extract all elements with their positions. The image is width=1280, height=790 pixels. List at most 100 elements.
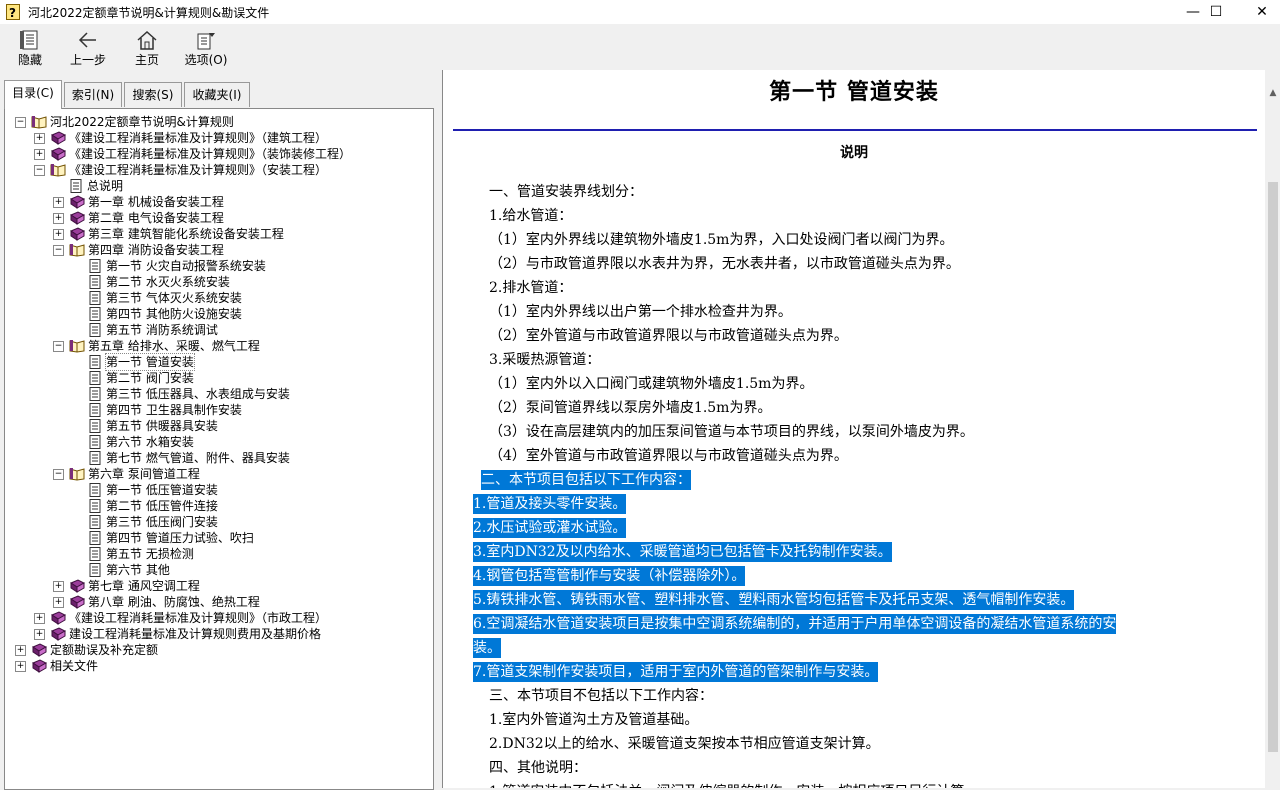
tree-item-label: 第七章 通风空调工程 (88, 579, 200, 593)
expand-icon[interactable]: + (15, 660, 26, 672)
tree-item[interactable]: 第四节 其他防火设施安装 (72, 306, 242, 322)
tree-item[interactable]: 第一节 火灾自动报警系统安装 (72, 258, 266, 274)
maximize-button[interactable]: ☐ (1193, 0, 1239, 24)
tree-item[interactable]: − 第四章 消防设备安装工程 (53, 242, 224, 258)
content-scrollbar[interactable]: ▲ (1266, 70, 1280, 788)
closed-book-icon (69, 595, 85, 609)
tree-item[interactable]: 第三节 气体灭火系统安装 (72, 290, 242, 306)
tree-item[interactable]: + 第七章 通风空调工程 (53, 578, 200, 594)
expand-icon[interactable]: + (53, 596, 64, 608)
expand-icon[interactable]: + (34, 628, 45, 640)
text-line: （3）设在高层建筑内的加压泵间管道与本节项目的界线，以泵间外墙皮为界。 (489, 424, 974, 440)
collapse-icon[interactable]: − (53, 340, 64, 352)
tree-item[interactable]: 第三节 低压阀门安装 (72, 514, 218, 530)
page-icon (89, 259, 101, 273)
tree-item-label: 定额勘误及补充定额 (50, 643, 159, 657)
tree-item[interactable]: + 第三章 建筑智能化系统设备安装工程 (53, 226, 284, 242)
tree-item-label: 第一节 管道安装 (105, 353, 195, 371)
tree-item[interactable]: 第五节 消防系统调试 (72, 322, 218, 338)
tree-item[interactable]: + 建设工程消耗量标准及计算规则费用及基期价格 (34, 626, 321, 642)
tab-index[interactable]: 索引(N) (64, 82, 122, 107)
toolbar: 隐藏 上一步 主页 选项(O) (0, 24, 1280, 70)
options-icon (197, 33, 215, 50)
text-line: 1.管道安装中不包括法兰、阀门及伸缩器的制作、安装，按相应项目另行计算。 (489, 782, 978, 788)
tree-item[interactable]: 第六节 其他 (72, 562, 170, 578)
open-book-icon (69, 340, 85, 353)
tree-item[interactable]: 第二节 低压管件连接 (72, 498, 218, 514)
tree-item[interactable]: + 《建设工程消耗量标准及计算规则》（市政工程） (34, 610, 327, 626)
expand-icon[interactable]: + (34, 148, 45, 160)
tree-item[interactable]: + 定额勘误及补充定额 (15, 642, 158, 658)
tab-favorites[interactable]: 收藏夹(I) (184, 82, 250, 107)
tree-item-label: 相关文件 (50, 659, 99, 673)
tree-item[interactable]: − 河北2022定额章节说明&计算规则 (15, 114, 234, 130)
tree-item[interactable]: 第六节 水箱安装 (72, 434, 194, 450)
expand-icon[interactable]: + (34, 612, 45, 624)
tree-item[interactable]: 第三节 低压器具、水表组成与安装 (72, 386, 290, 402)
text-line: 1.给水管道： (489, 208, 573, 224)
home-button[interactable]: 主页 (119, 28, 175, 68)
tab-search[interactable]: 搜索(S) (124, 82, 182, 107)
collapse-icon[interactable]: − (15, 116, 26, 128)
tree-item[interactable]: − 第五章 给排水、采暖、燃气工程 (53, 338, 260, 354)
title-bar: ? 河北2022定额章节说明&计算规则&勘误文件 — ☐ ✕ (0, 0, 1280, 24)
scroll-thumb[interactable] (1268, 182, 1278, 752)
close-button[interactable]: ✕ (1239, 0, 1280, 24)
tree-item[interactable]: 第一节 低压管道安装 (72, 482, 218, 498)
tree-item[interactable]: 第一节 管道安装 (72, 353, 195, 371)
expand-icon[interactable]: + (53, 212, 64, 224)
tree-item-label: 第八章 刷油、防腐蚀、绝热工程 (88, 595, 260, 609)
tree-item[interactable]: + 第一章 机械设备安装工程 (53, 194, 224, 210)
expand-icon[interactable]: + (15, 644, 26, 656)
selected-text-line: 6.空调凝结水管道安装项目是按集中空调系统编制的，并适用于户用单体空调设备的凝结… (473, 614, 1117, 634)
tree-item[interactable]: 总说明 (53, 178, 123, 194)
text-line: 四、其他说明： (489, 760, 587, 776)
tree-item[interactable]: + 第八章 刷油、防腐蚀、绝热工程 (53, 594, 260, 610)
collapse-icon[interactable]: − (34, 164, 45, 176)
tree-item[interactable]: − 《建设工程消耗量标准及计算规则》（安装工程） (34, 162, 327, 178)
tree-item-label: 河北2022定额章节说明&计算规则 (50, 115, 234, 129)
tree-item[interactable]: + 相关文件 (15, 658, 98, 674)
scroll-up-icon[interactable]: ▲ (1266, 86, 1280, 100)
closed-book-icon (69, 227, 85, 241)
selected-text-line: 1.管道及接头零件安装。 (473, 494, 627, 514)
options-button[interactable]: 选项(O) (178, 28, 234, 68)
expand-icon[interactable]: + (34, 132, 45, 144)
expand-icon[interactable]: + (53, 196, 64, 208)
tree-item[interactable]: + 第二章 电气设备安装工程 (53, 210, 224, 226)
page-icon (89, 387, 101, 401)
content-pane: 第一节 管道安装 说明 一、管道安装界线划分： 1.给水管道： （1）室内外界线以建… (442, 70, 1265, 788)
tree-item[interactable]: − 第六章 泵间管道工程 (53, 466, 200, 482)
section-subtitle: 说明 (840, 145, 868, 161)
tree-item-label: 建设工程消耗量标准及计算规则费用及基期价格 (69, 627, 322, 641)
page-icon (89, 355, 101, 369)
collapse-icon[interactable]: − (53, 468, 64, 480)
tree-item[interactable]: + 《建设工程消耗量标准及计算规则》（装饰装修工程） (34, 146, 351, 162)
page-icon (89, 483, 101, 497)
navigation-pane: 目录(C) 索引(N) 搜索(S) 收藏夹(I) − 河北2022定额章节说明&计… (0, 70, 436, 790)
text-line: 一、管道安装界线划分： (489, 184, 643, 200)
back-button[interactable]: 上一步 (60, 28, 116, 68)
tree-item-label: 《建设工程消耗量标准及计算规则》（建筑工程） (69, 131, 328, 145)
tree-item[interactable]: 第五节 供暖器具安装 (72, 418, 218, 434)
tree-item[interactable]: + 《建设工程消耗量标准及计算规则》（建筑工程） (34, 130, 327, 146)
page-icon (89, 371, 101, 385)
section-title: 第一节 管道安装 (769, 79, 939, 105)
selected-text-line: 7.管道支架制作安装项目，适用于室内外管道的管架制作与安装。 (473, 662, 879, 682)
tree-item[interactable]: 第七节 燃气管道、附件、器具安装 (72, 450, 290, 466)
tree-item-label: 第五节 消防系统调试 (106, 323, 218, 337)
expand-icon[interactable]: + (53, 228, 64, 240)
tree-item-label: 第一节 火灾自动报警系统安装 (106, 259, 266, 273)
text-line: 1.室内外管道沟土方及管道基础。 (489, 712, 699, 728)
tree-item[interactable]: 第二节 阀门安装 (72, 370, 194, 386)
collapse-icon[interactable]: − (53, 244, 64, 256)
tree-item[interactable]: 第二节 水灭火系统安装 (72, 274, 230, 290)
tree-item[interactable]: 第五节 无损检测 (72, 546, 194, 562)
hide-button[interactable]: 隐藏 (2, 28, 58, 68)
tree-item-label: 第五节 无损检测 (106, 547, 194, 561)
tree-item[interactable]: 第四节 管道压力试验、吹扫 (72, 530, 254, 546)
text-line: （1）室内外界线以出户第一个排水检查井为界。 (489, 304, 792, 320)
tab-contents[interactable]: 目录(C) (4, 80, 62, 109)
expand-icon[interactable]: + (53, 580, 64, 592)
tree-item[interactable]: 第四节 卫生器具制作安装 (72, 402, 242, 418)
